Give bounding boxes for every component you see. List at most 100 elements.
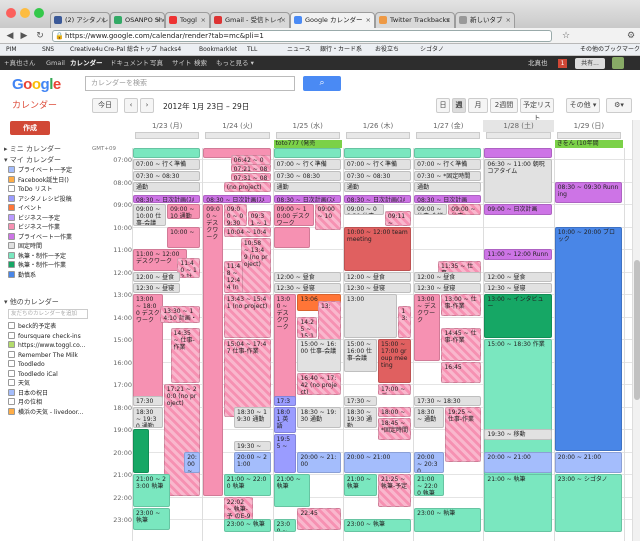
calendar-event[interactable]: 07:00 ~ 行く準備: [273, 159, 341, 170]
calendar-event[interactable]: 20:00 ~ 21:00: [343, 451, 412, 474]
star-icon[interactable]: ☆: [560, 30, 572, 42]
bookmark-item[interactable]: 銀行・カード系: [320, 44, 362, 56]
bookmark-item[interactable]: ニュース: [287, 44, 311, 56]
calendar-event[interactable]: 09:00 ~ 09:30: [223, 204, 247, 226]
bookmark-item[interactable]: PIM: [6, 44, 17, 56]
bookmark-item[interactable]: その他のブックマーク: [580, 44, 640, 56]
mini-calendar-toggle[interactable]: ▸ ミニ カレンダー: [4, 144, 61, 154]
calendar-event[interactable]: 12:30 ~ 昼寝: [273, 283, 341, 294]
calendar-event[interactable]: 18:30 ~ 19:30 通勤: [234, 406, 271, 429]
calendar-event[interactable]: 09:00 ~ 10:00 仕事-会議: [133, 204, 167, 226]
calendar-list-item[interactable]: Toodledo: [8, 360, 45, 369]
calendar-event[interactable]: 18:01 英語: [273, 406, 297, 433]
calendar-event[interactable]: 16:40 ~ 17:42 (no project): [297, 373, 341, 395]
calendar-event[interactable]: 09:00 ~ 10:00 デスクワーク: [273, 204, 314, 226]
calendar-list-item[interactable]: Toodledo iCal: [8, 369, 58, 379]
calendar-event[interactable]: [273, 226, 311, 249]
day-allday-slot[interactable]: [275, 132, 340, 139]
tab-close-icon[interactable]: ×: [201, 13, 206, 27]
calendar-event[interactable]: 21:00 ~ 23:00 執筆: [133, 474, 170, 507]
calendar-event[interactable]: [273, 148, 341, 159]
calendar-event[interactable]: 20:00 ~ 21:00: [484, 451, 552, 474]
create-button[interactable]: 作成: [10, 121, 50, 135]
bookmark-item[interactable]: SNS: [42, 44, 54, 56]
calendar-event[interactable]: 13:: [398, 305, 412, 339]
calendar-event[interactable]: 17:00 ~ デ: [378, 384, 412, 395]
search-button[interactable]: ⌕: [303, 76, 341, 91]
calendar-event[interactable]: 08:30 ~ 09:30 Running: [554, 181, 622, 204]
calendar-event[interactable]: 10:00 ~ 12:00 team meeting: [343, 226, 412, 271]
share-button[interactable]: 共有...: [575, 58, 605, 69]
day-header[interactable]: 1/29 (日): [554, 120, 624, 132]
calendar-event[interactable]: 11:00 ~ 12:00 Running: [484, 249, 552, 260]
calendar-event[interactable]: 18:30 ~ 19:30 通勤: [343, 406, 377, 429]
bookmark-item[interactable]: Creative4u: [70, 44, 103, 56]
calendar-event[interactable]: 09:00 ~ 10: [314, 204, 341, 231]
calendar-event[interactable]: 12:00 ~ 昼食: [133, 271, 180, 282]
browser-tab[interactable]: Google カレンダー ×: [290, 12, 375, 28]
calendar-list-item[interactable]: 月の位相: [8, 398, 42, 407]
calendar-event[interactable]: 通勤: [273, 181, 341, 192]
browser-tab[interactable]: OSANPO Shopping×: [110, 12, 165, 28]
calendar-event[interactable]: [484, 148, 552, 159]
calendar-event[interactable]: 06:30 ~ 11:00 朝呪コアタイム: [484, 159, 552, 204]
calendar-event[interactable]: 08:30 ~ 日次計画: [414, 195, 482, 204]
calendar-event[interactable]: 15:04 ~ 17:47 仕事-作業: [223, 339, 271, 417]
minimize-window-icon[interactable]: [20, 8, 30, 18]
calendar-event[interactable]: 10:00 ~ 20:00 ブロック: [554, 226, 622, 451]
calendar-event[interactable]: 22:45: [297, 508, 341, 530]
calendar-event[interactable]: 09:00 ~ 仕事-会議: [414, 204, 448, 215]
calendar-event[interactable]: 18:30 ~ 通勤: [414, 406, 444, 429]
browser-tab[interactable]: Gmail - 受信トレイ ×: [210, 12, 290, 28]
avatar[interactable]: [612, 57, 624, 69]
calendar-event[interactable]: 15:00 ~ 16:00 仕事-会議: [297, 339, 341, 372]
calendar-event[interactable]: 23:00 ~ 執筆: [343, 519, 412, 532]
calendar-event[interactable]: 09:00 ~ 仕事: [448, 204, 482, 215]
calendar-event[interactable]: 09:00 ~ 09:30 仕事-会議: [343, 204, 384, 215]
google-bar-link[interactable]: Gmail: [46, 56, 65, 70]
day-header[interactable]: 1/28 (土): [483, 120, 554, 132]
calendar-event[interactable]: 19:30 ~: [234, 440, 271, 451]
tab-close-icon[interactable]: ×: [446, 13, 451, 27]
calendar-event[interactable]: 19:25 ~ 仕事-作業: [444, 406, 482, 462]
day-header[interactable]: 1/25 (水): [273, 120, 343, 132]
calendar-event[interactable]: 12:00 ~ 昼食: [273, 271, 341, 282]
tab-close-icon[interactable]: ×: [506, 13, 511, 27]
tab-close-icon[interactable]: ×: [101, 13, 106, 27]
calendar-list-item[interactable]: 日本の祝日: [8, 388, 48, 398]
calendar-event[interactable]: 20:00 ~ 21:00: [234, 451, 271, 474]
calendar-list-item[interactable]: イベント: [8, 204, 42, 213]
google-bar-link[interactable]: サイト: [172, 56, 192, 70]
calendar-event[interactable]: 通勤: [133, 181, 201, 192]
calendar-list-item[interactable]: 勤慎系: [8, 270, 36, 280]
address-input[interactable]: 🔒 https://www.google.com/calendar/render…: [52, 30, 552, 42]
day-allday-slot[interactable]: [556, 132, 621, 139]
calendar-event[interactable]: 07:00 ~ 行く準備: [343, 159, 412, 170]
calendar-event[interactable]: 13:00 ~ 18:00 デスクワーク: [133, 294, 163, 406]
notification-badge[interactable]: 1: [558, 59, 567, 68]
calendar-event[interactable]: 11:48 ~ 12:44 (no png): [223, 260, 244, 294]
calendar-event[interactable]: 07:21 ~ 08: [230, 163, 271, 172]
allday-event[interactable]: toto777 (発売: [273, 140, 342, 148]
calendar-event[interactable]: 07:30 ~ *固定時間: [414, 170, 482, 181]
calendar-event[interactable]: 20:00 ~ 21:00: [184, 451, 201, 474]
calendar-event[interactable]: 17:30 ~ 18:30: [343, 395, 377, 406]
calendar-list-item[interactable]: foursquare check-ins: [8, 331, 81, 341]
calendar-event[interactable]: (no project): [223, 181, 271, 192]
browser-tab[interactable]: 新しいタブ ×: [455, 12, 515, 28]
day-header[interactable]: 1/26 (木): [343, 120, 413, 132]
calendar-event[interactable]: 07:30 ~ 08:30: [133, 170, 201, 181]
google-bar-link[interactable]: カレンダー: [70, 56, 103, 70]
calendar-event[interactable]: 08:30 ~ 日次計画(ｽﾒ: [273, 195, 341, 204]
calendar-event[interactable]: [414, 148, 482, 159]
zoom-window-icon[interactable]: [34, 8, 44, 18]
calendar-event[interactable]: 10:04 ~ 10:4: [223, 226, 271, 237]
calendar-event[interactable]: 13:00 ~ デスクワーク: [273, 294, 297, 406]
calendar-event[interactable]: 21:25 ~ 執筆-予定: [378, 474, 412, 507]
calendar-event[interactable]: 21:00 ~ 執筆: [484, 474, 552, 532]
calendar-event[interactable]: 12:00 ~ 昼食: [343, 271, 412, 282]
google-bar-link[interactable]: 検索: [194, 56, 207, 70]
calendar-event[interactable]: 17:30 ~ 18:30: [414, 395, 482, 406]
calendar-list-item[interactable]: 執筆・制作一予定: [8, 251, 66, 261]
forward-icon[interactable]: ▶: [18, 30, 30, 42]
